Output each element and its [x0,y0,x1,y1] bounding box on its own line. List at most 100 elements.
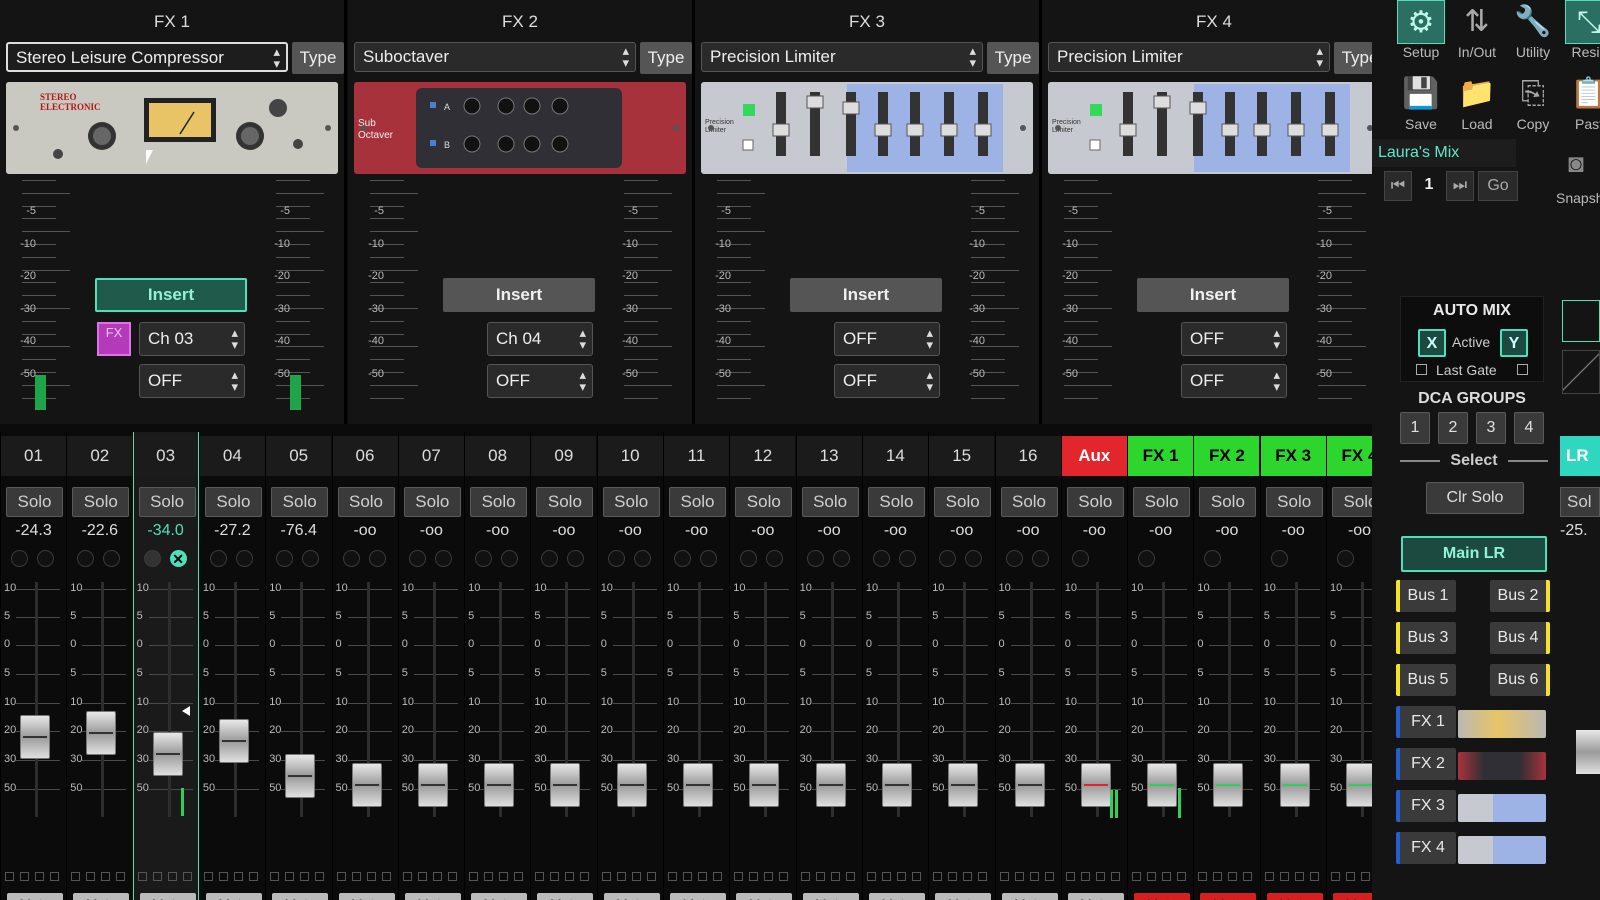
channel-label[interactable]: FX 3 [1260,436,1326,476]
assign-square[interactable] [20,872,29,881]
link-dot[interactable] [37,550,54,567]
dca-group-2-button[interactable]: 2 [1438,412,1468,444]
assign-square[interactable] [1279,872,1289,881]
fader-knob[interactable] [1014,762,1045,807]
fader-knob[interactable] [152,732,183,776]
link-dot[interactable] [1138,550,1156,567]
link-dot[interactable] [1270,550,1288,567]
clear-solo-button[interactable]: Clr Solo [1426,482,1524,514]
assign-square[interactable] [616,872,626,881]
fader-knob[interactable] [550,762,581,807]
assign-square[interactable] [381,872,391,881]
solo-button[interactable]: Solo [801,487,859,517]
type-button[interactable]: Type [292,42,344,74]
assign-square[interactable] [948,872,958,881]
lr-fader-knob[interactable] [1576,730,1600,774]
channel-label[interactable]: 13 [796,436,862,476]
assign-square[interactable] [565,872,575,881]
assign-square[interactable] [911,872,921,881]
assign-square[interactable] [1294,872,1304,881]
solo-button[interactable]: Solo [337,487,395,517]
type-button[interactable]: Type [987,42,1039,74]
toolbar-resiz[interactable]: ⤡Resiz [1560,0,1600,60]
mute-button[interactable]: Mute [139,893,196,900]
assign-square[interactable] [1110,872,1120,881]
link-dot[interactable] [11,550,28,567]
dca-group-1-button[interactable]: 1 [1400,412,1430,444]
bus-2-button[interactable]: Bus 2 [1490,580,1550,612]
mute-button[interactable]: Mute [1266,893,1323,900]
assign-square[interactable] [499,872,509,881]
source2-select[interactable]: OFF ▴ ▾ [139,364,245,398]
assign-square[interactable] [830,872,840,881]
assign-square[interactable] [1228,872,1238,881]
link-dot[interactable] [1071,550,1089,567]
bus-4-button[interactable]: Bus 4 [1490,622,1550,654]
assign-square[interactable] [668,872,677,881]
mute-button[interactable]: Mute [205,893,262,900]
fader-knob[interactable] [616,762,647,807]
last-gate-checkbox-y[interactable] [1517,364,1528,375]
link-dot[interactable] [143,550,161,567]
toolbar-in-out[interactable]: ⇅ In/Out [1448,0,1506,60]
toolbar-past[interactable]: 📋 Past [1560,72,1600,132]
next-snapshot-button[interactable]: ⏭ [1446,171,1474,201]
assign-square[interactable] [233,872,243,881]
assign-square[interactable] [35,872,44,881]
toolbar-setup[interactable]: ⚙ Setup [1392,0,1450,60]
fader-knob[interactable] [1080,762,1111,807]
fx-return-1-button[interactable]: FX 1 [1396,706,1456,738]
link-dot[interactable] [434,550,452,567]
assign-square[interactable] [1243,872,1253,881]
plugin-select[interactable]: Suboctaver ▴ ▾ [354,42,636,72]
assign-square[interactable] [866,872,876,881]
assign-square[interactable] [1080,872,1090,881]
fader-knob[interactable] [20,714,50,759]
assign-square[interactable] [1065,872,1075,881]
channel-label[interactable]: Aux [1061,436,1127,476]
channel-label[interactable]: 01 [1,436,66,476]
bus-1-button[interactable]: Bus 1 [1396,580,1456,612]
mute-button[interactable]: Mute [1067,893,1124,900]
assign-square[interactable] [631,872,641,881]
solo-button[interactable]: Solo [271,487,329,517]
assign-square[interactable] [1014,872,1024,881]
fx-return-3-button[interactable]: FX 3 [1396,790,1456,822]
dca-group-4-button[interactable]: 4 [1514,412,1544,444]
prev-snapshot-button[interactable]: ⏮ [1384,171,1412,201]
solo-button[interactable]: Solo [735,487,793,517]
link-dot[interactable] [700,550,717,567]
link-dot[interactable] [501,550,519,567]
mute-button[interactable]: Mute [7,893,63,900]
channel-label[interactable]: 08 [465,436,531,476]
link-dot[interactable] [766,550,784,567]
assign-square[interactable] [167,872,177,881]
channel-label[interactable]: 09 [531,436,597,476]
link-dot[interactable] [276,550,294,567]
assign-square[interactable] [580,872,590,881]
assign-square[interactable] [270,872,280,881]
automix-y-button[interactable]: Y [1500,329,1528,357]
assign-square[interactable] [713,872,722,881]
assign-square[interactable] [71,872,81,881]
solo-button[interactable]: Solo [403,487,461,517]
bus-5-button[interactable]: Bus 5 [1396,664,1456,696]
link-dot[interactable] [77,550,95,567]
mute-button[interactable]: Mute [935,893,992,900]
fader-knob[interactable] [1147,762,1178,807]
link-dot[interactable] [103,550,121,567]
insert-button[interactable]: Insert [790,278,942,312]
source-select[interactable]: OFF ▴ ▾ [834,322,940,356]
assign-square[interactable] [734,872,744,881]
link-dot[interactable] [740,550,758,567]
channel-label[interactable]: FX 1 [1128,436,1194,476]
assign-square[interactable] [116,872,126,881]
fader-knob[interactable] [218,719,249,764]
fader-knob[interactable] [351,762,382,807]
link-dot[interactable] [408,550,426,567]
fader-knob[interactable] [683,762,713,807]
insert-button[interactable]: Insert [95,278,247,312]
fader-knob[interactable] [285,754,316,799]
link-dot[interactable] [633,550,651,567]
channel-label[interactable]: 02 [67,436,133,476]
